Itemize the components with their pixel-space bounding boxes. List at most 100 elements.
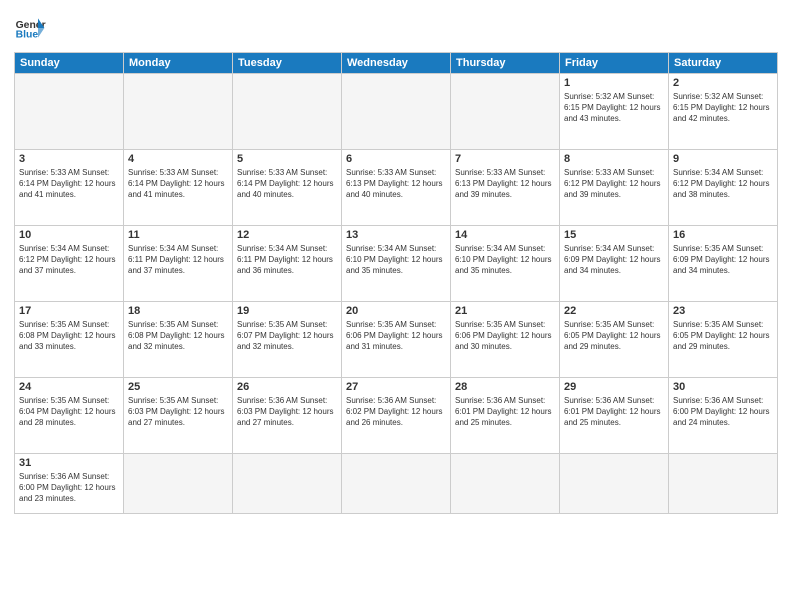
day-number: 11 — [128, 229, 228, 241]
calendar-week-row: 31Sunrise: 5:36 AM Sunset: 6:00 PM Dayli… — [15, 454, 778, 514]
day-number: 28 — [455, 381, 555, 393]
day-number: 3 — [19, 153, 119, 165]
calendar-cell: 18Sunrise: 5:35 AM Sunset: 6:08 PM Dayli… — [124, 302, 233, 378]
weekday-header: Wednesday — [342, 53, 451, 74]
weekday-header: Saturday — [669, 53, 778, 74]
calendar-cell: 2 Sunrise: 5:32 AM Sunset: 6:15 PM Daylig… — [669, 74, 778, 150]
day-info: Sunrise: 5:35 AM Sunset: 6:05 PM Dayligh… — [673, 319, 773, 353]
day-number: 13 — [346, 229, 446, 241]
day-info: Sunrise: 5:34 AM Sunset: 6:12 PM Dayligh… — [19, 243, 119, 277]
day-info: Sunrise: 5:34 AM Sunset: 6:10 PM Dayligh… — [346, 243, 446, 277]
calendar-header-row: SundayMondayTuesdayWednesdayThursdayFrid… — [15, 53, 778, 74]
page-header: General Blue — [14, 12, 778, 44]
day-number: 25 — [128, 381, 228, 393]
calendar-cell — [451, 454, 560, 514]
weekday-header: Tuesday — [233, 53, 342, 74]
day-number: 27 — [346, 381, 446, 393]
day-info: Sunrise: 5:34 AM Sunset: 6:09 PM Dayligh… — [564, 243, 664, 277]
calendar-week-row: 17 Sunrise: 5:35 AM Sunset: 6:08 PM Dayli… — [15, 302, 778, 378]
day-info: Sunrise: 5:35 AM Sunset: 6:06 PM Dayligh… — [346, 319, 446, 353]
calendar-cell — [233, 454, 342, 514]
day-info: Sunrise: 5:36 AM Sunset: 6:02 PM Dayligh… — [346, 395, 446, 429]
day-info: Sunrise: 5:36 AM Sunset: 6:01 PM Dayligh… — [564, 395, 664, 429]
day-number: 14 — [455, 229, 555, 241]
day-number: 4 — [128, 153, 228, 165]
day-info: Sunrise: 5:32 AM Sunset: 6:15 PM Dayligh… — [673, 91, 773, 125]
day-number: 7 — [455, 153, 555, 165]
day-info: Sunrise: 5:35 AM Sunset: 6:06 PM Dayligh… — [455, 319, 555, 353]
calendar-cell: 26Sunrise: 5:36 AM Sunset: 6:03 PM Dayli… — [233, 378, 342, 454]
day-info: Sunrise: 5:35 AM Sunset: 6:08 PM Dayligh… — [19, 319, 119, 353]
day-info: Sunrise: 5:35 AM Sunset: 6:07 PM Dayligh… — [237, 319, 337, 353]
day-number: 17 — [19, 305, 119, 317]
day-info: Sunrise: 5:35 AM Sunset: 6:03 PM Dayligh… — [128, 395, 228, 429]
day-info: Sunrise: 5:33 AM Sunset: 6:14 PM Dayligh… — [237, 167, 337, 201]
day-info: Sunrise: 5:33 AM Sunset: 6:12 PM Dayligh… — [564, 167, 664, 201]
day-info: Sunrise: 5:34 AM Sunset: 6:11 PM Dayligh… — [128, 243, 228, 277]
day-number: 1 — [564, 77, 664, 89]
day-info: Sunrise: 5:34 AM Sunset: 6:12 PM Dayligh… — [673, 167, 773, 201]
calendar-cell: 5 Sunrise: 5:33 AM Sunset: 6:14 PM Daylig… — [233, 150, 342, 226]
calendar-cell: 14Sunrise: 5:34 AM Sunset: 6:10 PM Dayli… — [451, 226, 560, 302]
day-info: Sunrise: 5:35 AM Sunset: 6:04 PM Dayligh… — [19, 395, 119, 429]
calendar-cell — [560, 454, 669, 514]
day-info: Sunrise: 5:36 AM Sunset: 6:00 PM Dayligh… — [673, 395, 773, 429]
day-number: 20 — [346, 305, 446, 317]
calendar-cell: 24 Sunrise: 5:35 AM Sunset: 6:04 PM Dayli… — [15, 378, 124, 454]
calendar-week-row: 1 Sunrise: 5:32 AM Sunset: 6:15 PM Daylig… — [15, 74, 778, 150]
calendar-cell: 23 Sunrise: 5:35 AM Sunset: 6:05 PM Dayli… — [669, 302, 778, 378]
day-number: 26 — [237, 381, 337, 393]
calendar-cell: 22Sunrise: 5:35 AM Sunset: 6:05 PM Dayli… — [560, 302, 669, 378]
logo: General Blue — [14, 12, 46, 44]
weekday-header: Friday — [560, 53, 669, 74]
day-info: Sunrise: 5:36 AM Sunset: 6:01 PM Dayligh… — [455, 395, 555, 429]
calendar-cell: 21 Sunrise: 5:35 AM Sunset: 6:06 PM Dayli… — [451, 302, 560, 378]
day-number: 21 — [455, 305, 555, 317]
calendar-table: SundayMondayTuesdayWednesdayThursdayFrid… — [14, 52, 778, 514]
day-number: 8 — [564, 153, 664, 165]
calendar-week-row: 24 Sunrise: 5:35 AM Sunset: 6:04 PM Dayli… — [15, 378, 778, 454]
day-info: Sunrise: 5:33 AM Sunset: 6:14 PM Dayligh… — [19, 167, 119, 201]
day-number: 18 — [128, 305, 228, 317]
calendar-cell: 17 Sunrise: 5:35 AM Sunset: 6:08 PM Dayli… — [15, 302, 124, 378]
day-number: 23 — [673, 305, 773, 317]
day-number: 6 — [346, 153, 446, 165]
calendar-cell: 6Sunrise: 5:33 AM Sunset: 6:13 PM Daylig… — [342, 150, 451, 226]
calendar-cell: 30 Sunrise: 5:36 AM Sunset: 6:00 PM Dayli… — [669, 378, 778, 454]
calendar-cell: 27 Sunrise: 5:36 AM Sunset: 6:02 PM Dayli… — [342, 378, 451, 454]
calendar-cell — [669, 454, 778, 514]
day-info: Sunrise: 5:33 AM Sunset: 6:13 PM Dayligh… — [455, 167, 555, 201]
day-info: Sunrise: 5:32 AM Sunset: 6:15 PM Dayligh… — [564, 91, 664, 125]
day-number: 12 — [237, 229, 337, 241]
calendar-cell: 1 Sunrise: 5:32 AM Sunset: 6:15 PM Daylig… — [560, 74, 669, 150]
calendar-cell: 10Sunrise: 5:34 AM Sunset: 6:12 PM Dayli… — [15, 226, 124, 302]
calendar-week-row: 10Sunrise: 5:34 AM Sunset: 6:12 PM Dayli… — [15, 226, 778, 302]
day-number: 30 — [673, 381, 773, 393]
day-number: 15 — [564, 229, 664, 241]
calendar-cell: 31Sunrise: 5:36 AM Sunset: 6:00 PM Dayli… — [15, 454, 124, 514]
calendar-cell: 8 Sunrise: 5:33 AM Sunset: 6:12 PM Daylig… — [560, 150, 669, 226]
weekday-header: Monday — [124, 53, 233, 74]
calendar-cell: 12 Sunrise: 5:34 AM Sunset: 6:11 PM Dayli… — [233, 226, 342, 302]
day-number: 24 — [19, 381, 119, 393]
day-number: 16 — [673, 229, 773, 241]
calendar-cell — [451, 74, 560, 150]
calendar-cell — [124, 454, 233, 514]
day-number: 19 — [237, 305, 337, 317]
calendar-cell — [342, 74, 451, 150]
day-info: Sunrise: 5:34 AM Sunset: 6:11 PM Dayligh… — [237, 243, 337, 277]
svg-text:Blue: Blue — [16, 30, 39, 41]
calendar-cell: 7 Sunrise: 5:33 AM Sunset: 6:13 PM Daylig… — [451, 150, 560, 226]
calendar-cell: 28 Sunrise: 5:36 AM Sunset: 6:01 PM Dayli… — [451, 378, 560, 454]
weekday-header: Thursday — [451, 53, 560, 74]
calendar-cell — [15, 74, 124, 150]
calendar-cell: 16Sunrise: 5:35 AM Sunset: 6:09 PM Dayli… — [669, 226, 778, 302]
day-info: Sunrise: 5:35 AM Sunset: 6:05 PM Dayligh… — [564, 319, 664, 353]
calendar-cell: 11 Sunrise: 5:34 AM Sunset: 6:11 PM Dayli… — [124, 226, 233, 302]
day-number: 5 — [237, 153, 337, 165]
calendar-cell: 20 Sunrise: 5:35 AM Sunset: 6:06 PM Dayli… — [342, 302, 451, 378]
calendar-cell: 4Sunrise: 5:33 AM Sunset: 6:14 PM Daylig… — [124, 150, 233, 226]
day-number: 2 — [673, 77, 773, 89]
day-number: 9 — [673, 153, 773, 165]
day-number: 31 — [19, 457, 119, 469]
